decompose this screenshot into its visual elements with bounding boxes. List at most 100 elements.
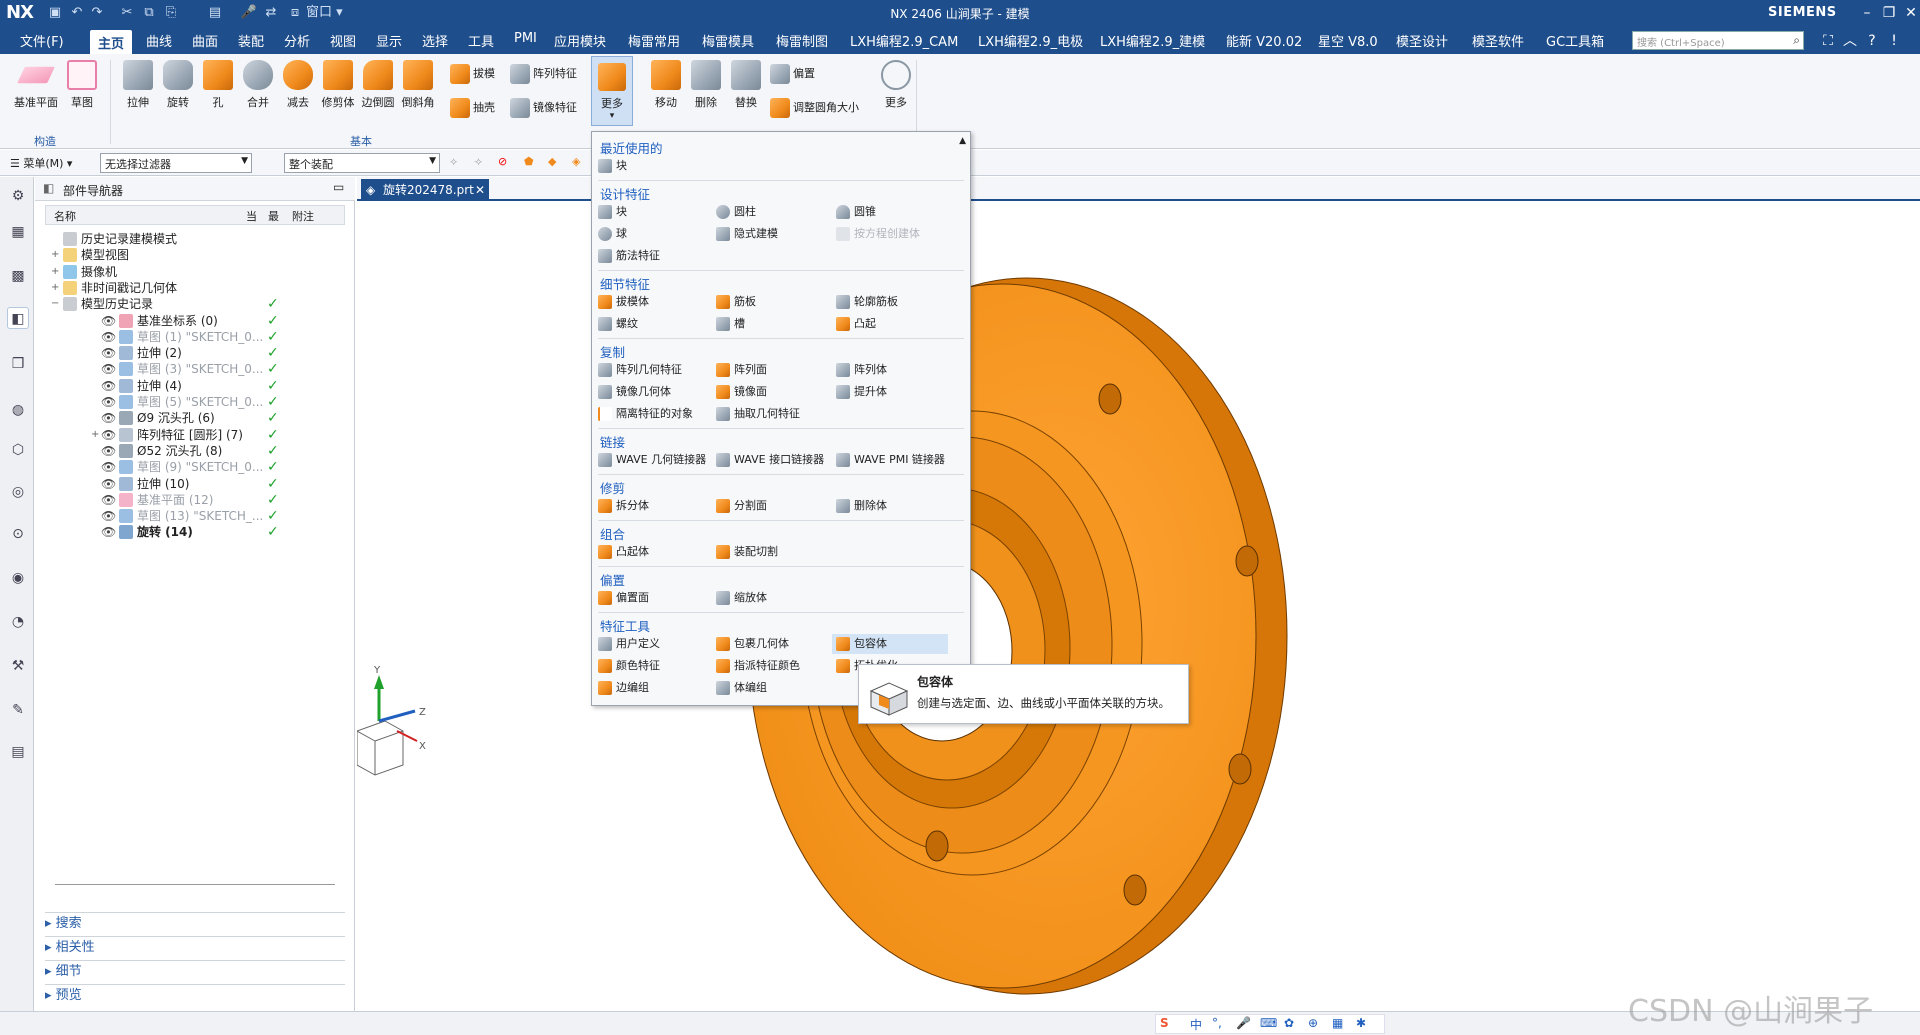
offset-button[interactable]: 偏置 (770, 62, 815, 86)
globe-icon[interactable]: ◉ (7, 567, 29, 589)
switch-window-icon[interactable]: ⧈ (286, 4, 304, 22)
ime-toolbar[interactable]: S 中 °, 🎤 ⌨ ✿ ⊕ ▦ ✱ (1155, 1014, 1385, 1034)
move-button[interactable]: 移动 (646, 58, 686, 110)
tab-meilei-mold[interactable]: 梅雷模具 (702, 31, 754, 51)
hd3d-tools-icon[interactable]: ◍ (7, 399, 29, 421)
tab-lxh-cam[interactable]: LXH编程2.9_CAM (850, 31, 958, 51)
settings-icon[interactable]: ⚙ (7, 185, 29, 207)
tab-view[interactable]: 视图 (330, 31, 356, 51)
unite-button[interactable]: 合并 (238, 58, 278, 110)
filter-icon[interactable]: ⟢ (470, 153, 484, 173)
microphone-icon[interactable]: 🎤 (240, 4, 258, 22)
tab-select[interactable]: 选择 (422, 31, 448, 51)
tab-tools[interactable]: 工具 (468, 31, 494, 51)
help-icon[interactable]: ? (1862, 31, 1882, 51)
mirror-feature-button[interactable]: 镜像特征 (510, 96, 577, 120)
process-studio-icon[interactable]: ⊙ (7, 523, 29, 545)
tab-pmi[interactable]: PMI (514, 31, 537, 51)
selection-scope-select[interactable]: 整个装配 ▼ (284, 153, 440, 173)
assembly-navigator-icon[interactable]: ▦ (7, 221, 29, 243)
system-materials-icon[interactable]: ✎ (7, 699, 29, 721)
face-select-icon[interactable]: ◆ (544, 153, 560, 173)
no-select-icon[interactable]: ⊘ (494, 153, 510, 173)
column-latest[interactable]: 最 (268, 208, 279, 224)
hole-button[interactable]: 孔 (198, 58, 238, 110)
close-tab-icon[interactable]: ✕ (475, 179, 485, 201)
shell-button[interactable]: 抽壳 (450, 96, 495, 120)
skin-icon[interactable]: ✿ (1284, 1016, 1294, 1030)
reuse-library-icon[interactable]: ❒ (7, 353, 29, 375)
document-tab[interactable]: ◈ 旋转202478.prt ✕ (361, 179, 489, 201)
repeat-command-icon[interactable]: ▤ (206, 4, 224, 22)
constraint-navigator-icon[interactable]: ▩ (7, 265, 29, 287)
minimize-icon[interactable]: – (1856, 3, 1878, 23)
close-icon[interactable]: ✕ (1900, 3, 1920, 23)
cut-icon[interactable]: ✂ (118, 4, 136, 22)
type-filter-select[interactable]: 无选择过滤器 ▼ (100, 153, 252, 173)
more-button[interactable]: 更多 ▾ (591, 56, 633, 126)
pattern-feature-button[interactable]: 阵列特征 (510, 62, 577, 86)
tab-home[interactable]: 主页 (90, 30, 133, 54)
restore-icon[interactable]: ❐ (1878, 3, 1900, 23)
save-icon[interactable]: ▣ (46, 4, 64, 22)
voice-icon[interactable]: 🎤 (1236, 1016, 1251, 1030)
tab-applications[interactable]: 应用模块 (554, 31, 606, 51)
command-search-input[interactable]: 搜索 (Ctrl+Space) ⌕ (1632, 31, 1804, 50)
copy-icon[interactable]: ⧉ (140, 4, 158, 22)
tab-lxh-modeling[interactable]: LXH编程2.9_建模 (1100, 31, 1205, 51)
details-panel[interactable]: ▸ 细节 (45, 960, 345, 982)
redo-icon[interactable]: ↷ (88, 4, 106, 22)
gamepad-icon[interactable]: ⊕ (1308, 1016, 1318, 1030)
edge-blend-button[interactable]: 边倒圆 (358, 58, 398, 110)
window-menu[interactable]: 窗口 ▾ (306, 4, 352, 22)
punctuation-icon[interactable]: °, (1212, 1016, 1222, 1030)
keyboard-icon[interactable]: ⌨ (1260, 1016, 1277, 1030)
web-browser-icon[interactable]: ⬡ (7, 439, 29, 461)
tab-assembly[interactable]: 装配 (238, 31, 264, 51)
delete-button[interactable]: 删除 (686, 58, 726, 110)
trim-body-button[interactable]: 修剪体 (318, 58, 358, 110)
collapse-ribbon-icon[interactable]: ︿ (1840, 31, 1860, 51)
body-select-icon[interactable]: ⬟ (520, 153, 536, 173)
file-menu[interactable]: 文件(F) (20, 31, 64, 51)
clock-icon[interactable]: ◔ (7, 611, 29, 633)
revolve-button[interactable]: 旋转 (158, 58, 198, 110)
column-note[interactable]: 附注 (292, 208, 314, 224)
sketch-button[interactable]: 草图 (62, 58, 102, 110)
preview-panel[interactable]: ▸ 预览 (45, 984, 345, 1006)
settings-icon[interactable]: ✱ (1356, 1016, 1366, 1030)
tab-curve[interactable]: 曲线 (146, 31, 172, 51)
dependencies-panel[interactable]: ▸ 相关性 (45, 936, 345, 958)
edge-select-icon[interactable]: ◈ (568, 153, 584, 173)
tab-nengxin[interactable]: 能新 V20.02 (1226, 31, 1302, 51)
more-button-2[interactable]: 更多 (876, 58, 916, 110)
horizontal-scrollbar[interactable] (55, 884, 335, 890)
chamfer-button[interactable]: 倒斜角 (398, 58, 438, 110)
tab-mosheng-software[interactable]: 模圣软件 (1472, 31, 1524, 51)
datum-plane-button[interactable]: 基准平面 (12, 58, 60, 110)
ime-language-label[interactable]: 中 (1190, 1016, 1202, 1033)
part-navigator-icon[interactable]: ◧ (7, 307, 29, 329)
tab-gc-toolbox[interactable]: GC工具箱 (1546, 31, 1604, 51)
tab-meilei-drafting[interactable]: 梅雷制图 (776, 31, 828, 51)
replace-button[interactable]: 替换 (726, 58, 766, 110)
undo-icon[interactable]: ↶ (68, 4, 86, 22)
tab-surface[interactable]: 曲面 (192, 31, 218, 51)
search-panel[interactable]: ▸ 搜索 (45, 912, 345, 934)
tab-display[interactable]: 显示 (376, 31, 402, 51)
column-current[interactable]: 当 (246, 208, 257, 224)
tab-xingkong[interactable]: 星空 V8.0 (1318, 31, 1378, 51)
history-palette-icon[interactable]: ◎ (7, 481, 29, 503)
touch-mode-icon[interactable]: ⇄ (262, 4, 280, 22)
snap-icon[interactable]: ⟡ (446, 153, 460, 173)
extrude-button[interactable]: 拉伸 (118, 58, 158, 110)
roles-icon[interactable]: ⚒ (7, 655, 29, 677)
resize-blend-button[interactable]: 调整圆角大小 (770, 96, 859, 120)
tab-lxh-electrode[interactable]: LXH编程2.9_电极 (978, 31, 1083, 51)
bounding-body-item[interactable]: 包容体 (832, 634, 948, 654)
fullscreen-icon[interactable]: ⛶ (1818, 31, 1838, 51)
visibility-eye-icon[interactable]: 👁 (101, 522, 116, 542)
scroll-up-icon[interactable]: ▲ (959, 136, 966, 146)
paste-icon[interactable]: ⎘ (162, 4, 180, 22)
draft-button[interactable]: 拔模 (450, 62, 495, 86)
